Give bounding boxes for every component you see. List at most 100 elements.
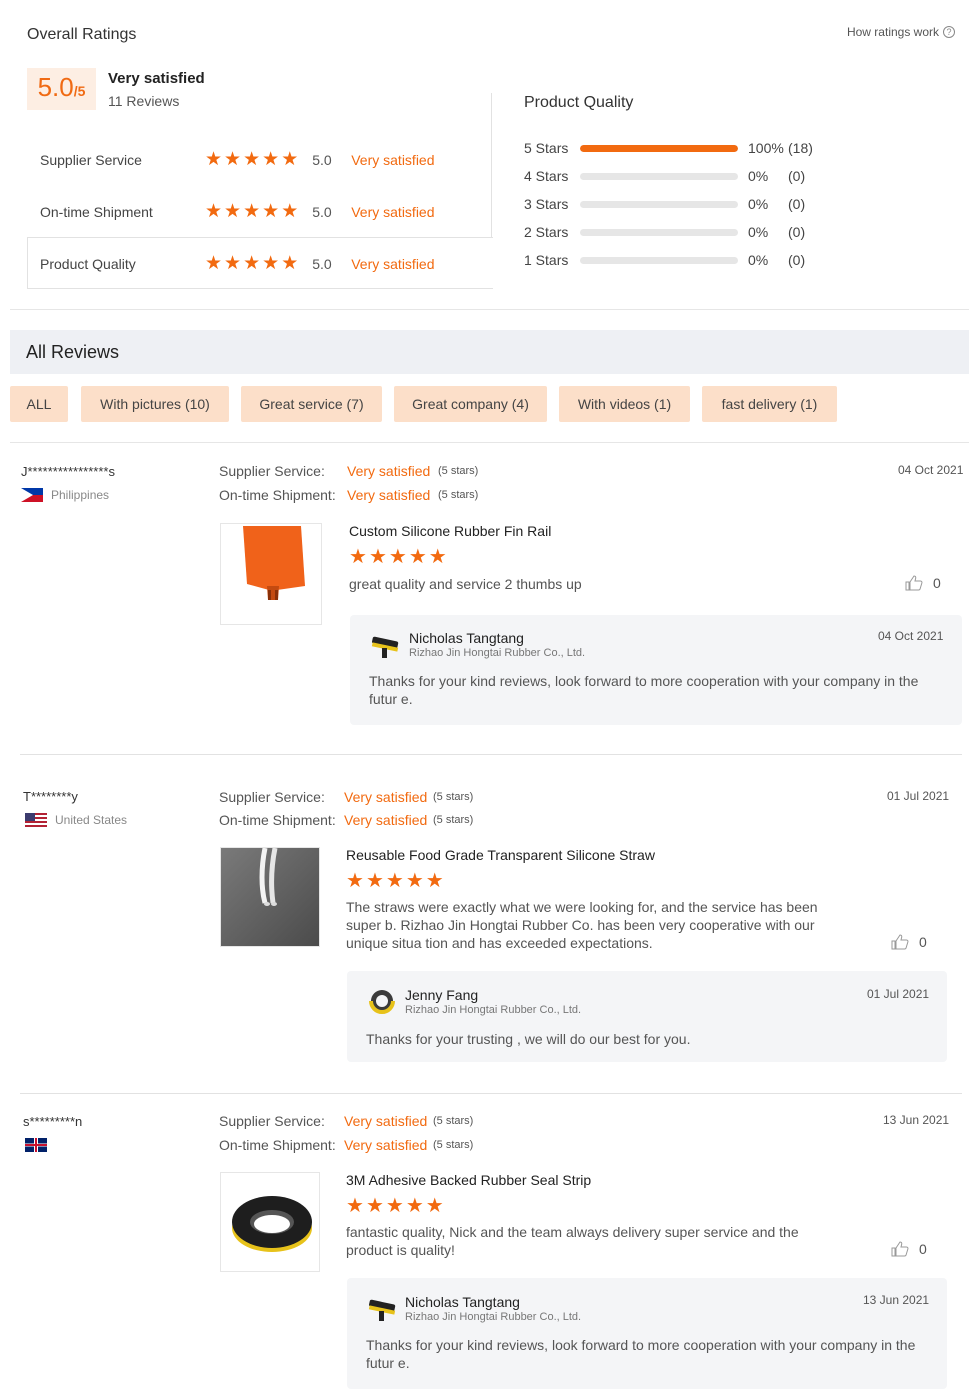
supplier-avatar-icon [369,990,395,1014]
rating-text: Very satisfied [351,255,435,272]
breakdown-count: (0) [788,168,806,184]
ontime-shipment-value: Very satisfied [344,812,428,828]
supplier-reply: Nicholas Tangtang Rizhao Jin Hongtai Rub… [347,1278,947,1389]
breakdown-percent: 0% [748,252,769,268]
all-reviews-title: All Reviews [26,342,120,362]
breakdown-count: (0) [788,196,806,212]
overall-ratings-title: Overall Ratings [27,26,137,43]
filter-tag-fast-delivery[interactable]: fast delivery (1) [702,386,837,422]
reply-date: 01 Jul 2021 [867,987,930,1001]
thumbs-up-icon [905,575,923,591]
star-icon: ★ [385,870,404,892]
thumbs-up-icon [891,934,909,950]
thumbs-up-icon [891,1241,909,1257]
star-icon: ★ [385,1195,404,1217]
star-icon: ★ [262,149,280,170]
star-icon: ★ [346,1195,364,1217]
rating-label: Supplier Service [40,151,142,168]
breakdown-row-1: 1 Stars 0% (0) [524,252,805,268]
review-text: fantastic quality, Nick and the team alw… [346,1224,799,1258]
supplier-service-stars: (5 stars) [438,465,479,477]
breakdown-bar-track [580,144,738,152]
rating-label: On-time Shipment [40,203,153,220]
panel-divider [491,93,492,238]
rating-stars: ★ ★ ★ ★ ★ [205,254,298,273]
like-count: 0 [919,934,927,950]
like-button[interactable]: 0 [905,575,941,591]
review-date: 01 Jul 2021 [887,789,950,803]
filter-tag-with-pictures[interactable]: With pictures (10) [81,386,229,422]
breakdown-row-2: 2 Stars 0% (0) [524,224,805,240]
breakdown-count: (0) [788,252,806,268]
rating-value: 5.0 [312,255,332,272]
breakdown-row-3: 3 Stars 0% (0) [524,196,805,212]
breakdown-count: (0) [788,224,806,240]
ontime-shipment-stars: (5 stars) [433,814,474,826]
overall-score-suffix: /5 [73,83,86,99]
rating-row-product-quality[interactable]: Product Quality ★ ★ ★ ★ ★ 5.0 Very satisfied [40,254,435,273]
reply-author-name: Nicholas Tangtang [405,1294,520,1310]
supplier-service-label: Supplier Service: [219,789,325,805]
breakdown-bar-track [580,172,738,180]
star-icon: ★ [365,1195,384,1217]
rating-stars: ★ ★ ★ ★ ★ [205,202,298,221]
product-thumbnail[interactable] [220,523,322,625]
star-icon: ★ [281,149,299,170]
section-divider [10,309,969,310]
like-button[interactable]: 0 [891,1241,927,1257]
supplier-avatar-icon [368,1299,396,1321]
reply-date: 04 Oct 2021 [878,629,944,643]
rating-label: Product Quality [40,255,136,272]
supplier-service-value: Very satisfied [344,789,428,805]
rating-stars: ★ ★ ★ ★ ★ [205,150,298,169]
breakdown-bar-fill [580,144,738,152]
product-thumbnail[interactable] [220,847,320,947]
star-icon: ★ [281,201,299,222]
reply-text: Thanks for your trusting , we will do ou… [366,1031,691,1047]
breakdown-label: 1 Stars [524,252,569,268]
reviews-count: 11 Reviews [108,93,180,109]
how-ratings-work-link[interactable]: How ratings work ? [847,25,955,39]
product-name[interactable]: Reusable Food Grade Transparent Silicone… [346,847,655,863]
star-icon: ★ [243,149,261,170]
star-icon: ★ [243,201,261,222]
ontime-shipment-stars: (5 stars) [438,489,479,501]
reply-company: Rizhao Jin Hongtai Rubber Co., Ltd. [405,1311,582,1323]
review-divider [20,1093,962,1094]
breakdown-percent: 100% [748,140,784,156]
filter-tag-great-company[interactable]: Great company (4) [394,386,547,422]
filter-tag-great-service[interactable]: Great service (7) [241,386,382,422]
review-stars: ★ ★ ★ ★ ★ [346,871,444,891]
product-name[interactable]: 3M Adhesive Backed Rubber Seal Strip [346,1172,591,1188]
product-thumbnail[interactable] [220,1172,320,1272]
star-icon: ★ [428,546,447,568]
reviewer-country: Philippines [21,488,109,502]
reply-company: Rizhao Jin Hongtai Rubber Co., Ltd. [409,647,586,659]
star-icon: ★ [405,870,424,892]
star-icon: ★ [243,253,261,274]
star-icon: ★ [205,253,223,274]
star-icon: ★ [205,201,223,222]
filter-tag-all[interactable]: ALL [10,386,68,422]
product-name[interactable]: Custom Silicone Rubber Fin Rail [349,523,551,539]
filter-tag-with-videos[interactable]: With videos (1) [559,386,690,422]
supplier-service-label: Supplier Service: [219,1113,325,1129]
country-name: Philippines [51,488,110,502]
reply-author-name: Jenny Fang [405,987,479,1003]
breakdown-bar-track [580,228,738,236]
breakdown-percent: 0% [748,168,769,184]
reviewer-country: United States [25,813,127,827]
star-icon: ★ [224,201,242,222]
review-text: great quality and service 2 thumbs up [349,576,582,592]
overall-score-label: Very satisfied [108,70,205,87]
star-icon: ★ [365,870,384,892]
breakdown-bar-track [580,256,738,264]
supplier-service-label: Supplier Service: [219,463,325,479]
star-icon: ★ [425,870,444,892]
like-button[interactable]: 0 [891,934,927,950]
united-kingdom-flag-icon [25,1138,47,1152]
supplier-reply: Nicholas Tangtang Rizhao Jin Hongtai Rub… [350,615,962,725]
review-stars: ★ ★ ★ ★ ★ [346,1196,444,1216]
ontime-shipment-value: Very satisfied [344,1137,428,1153]
supplier-service-value: Very satisfied [347,463,431,479]
